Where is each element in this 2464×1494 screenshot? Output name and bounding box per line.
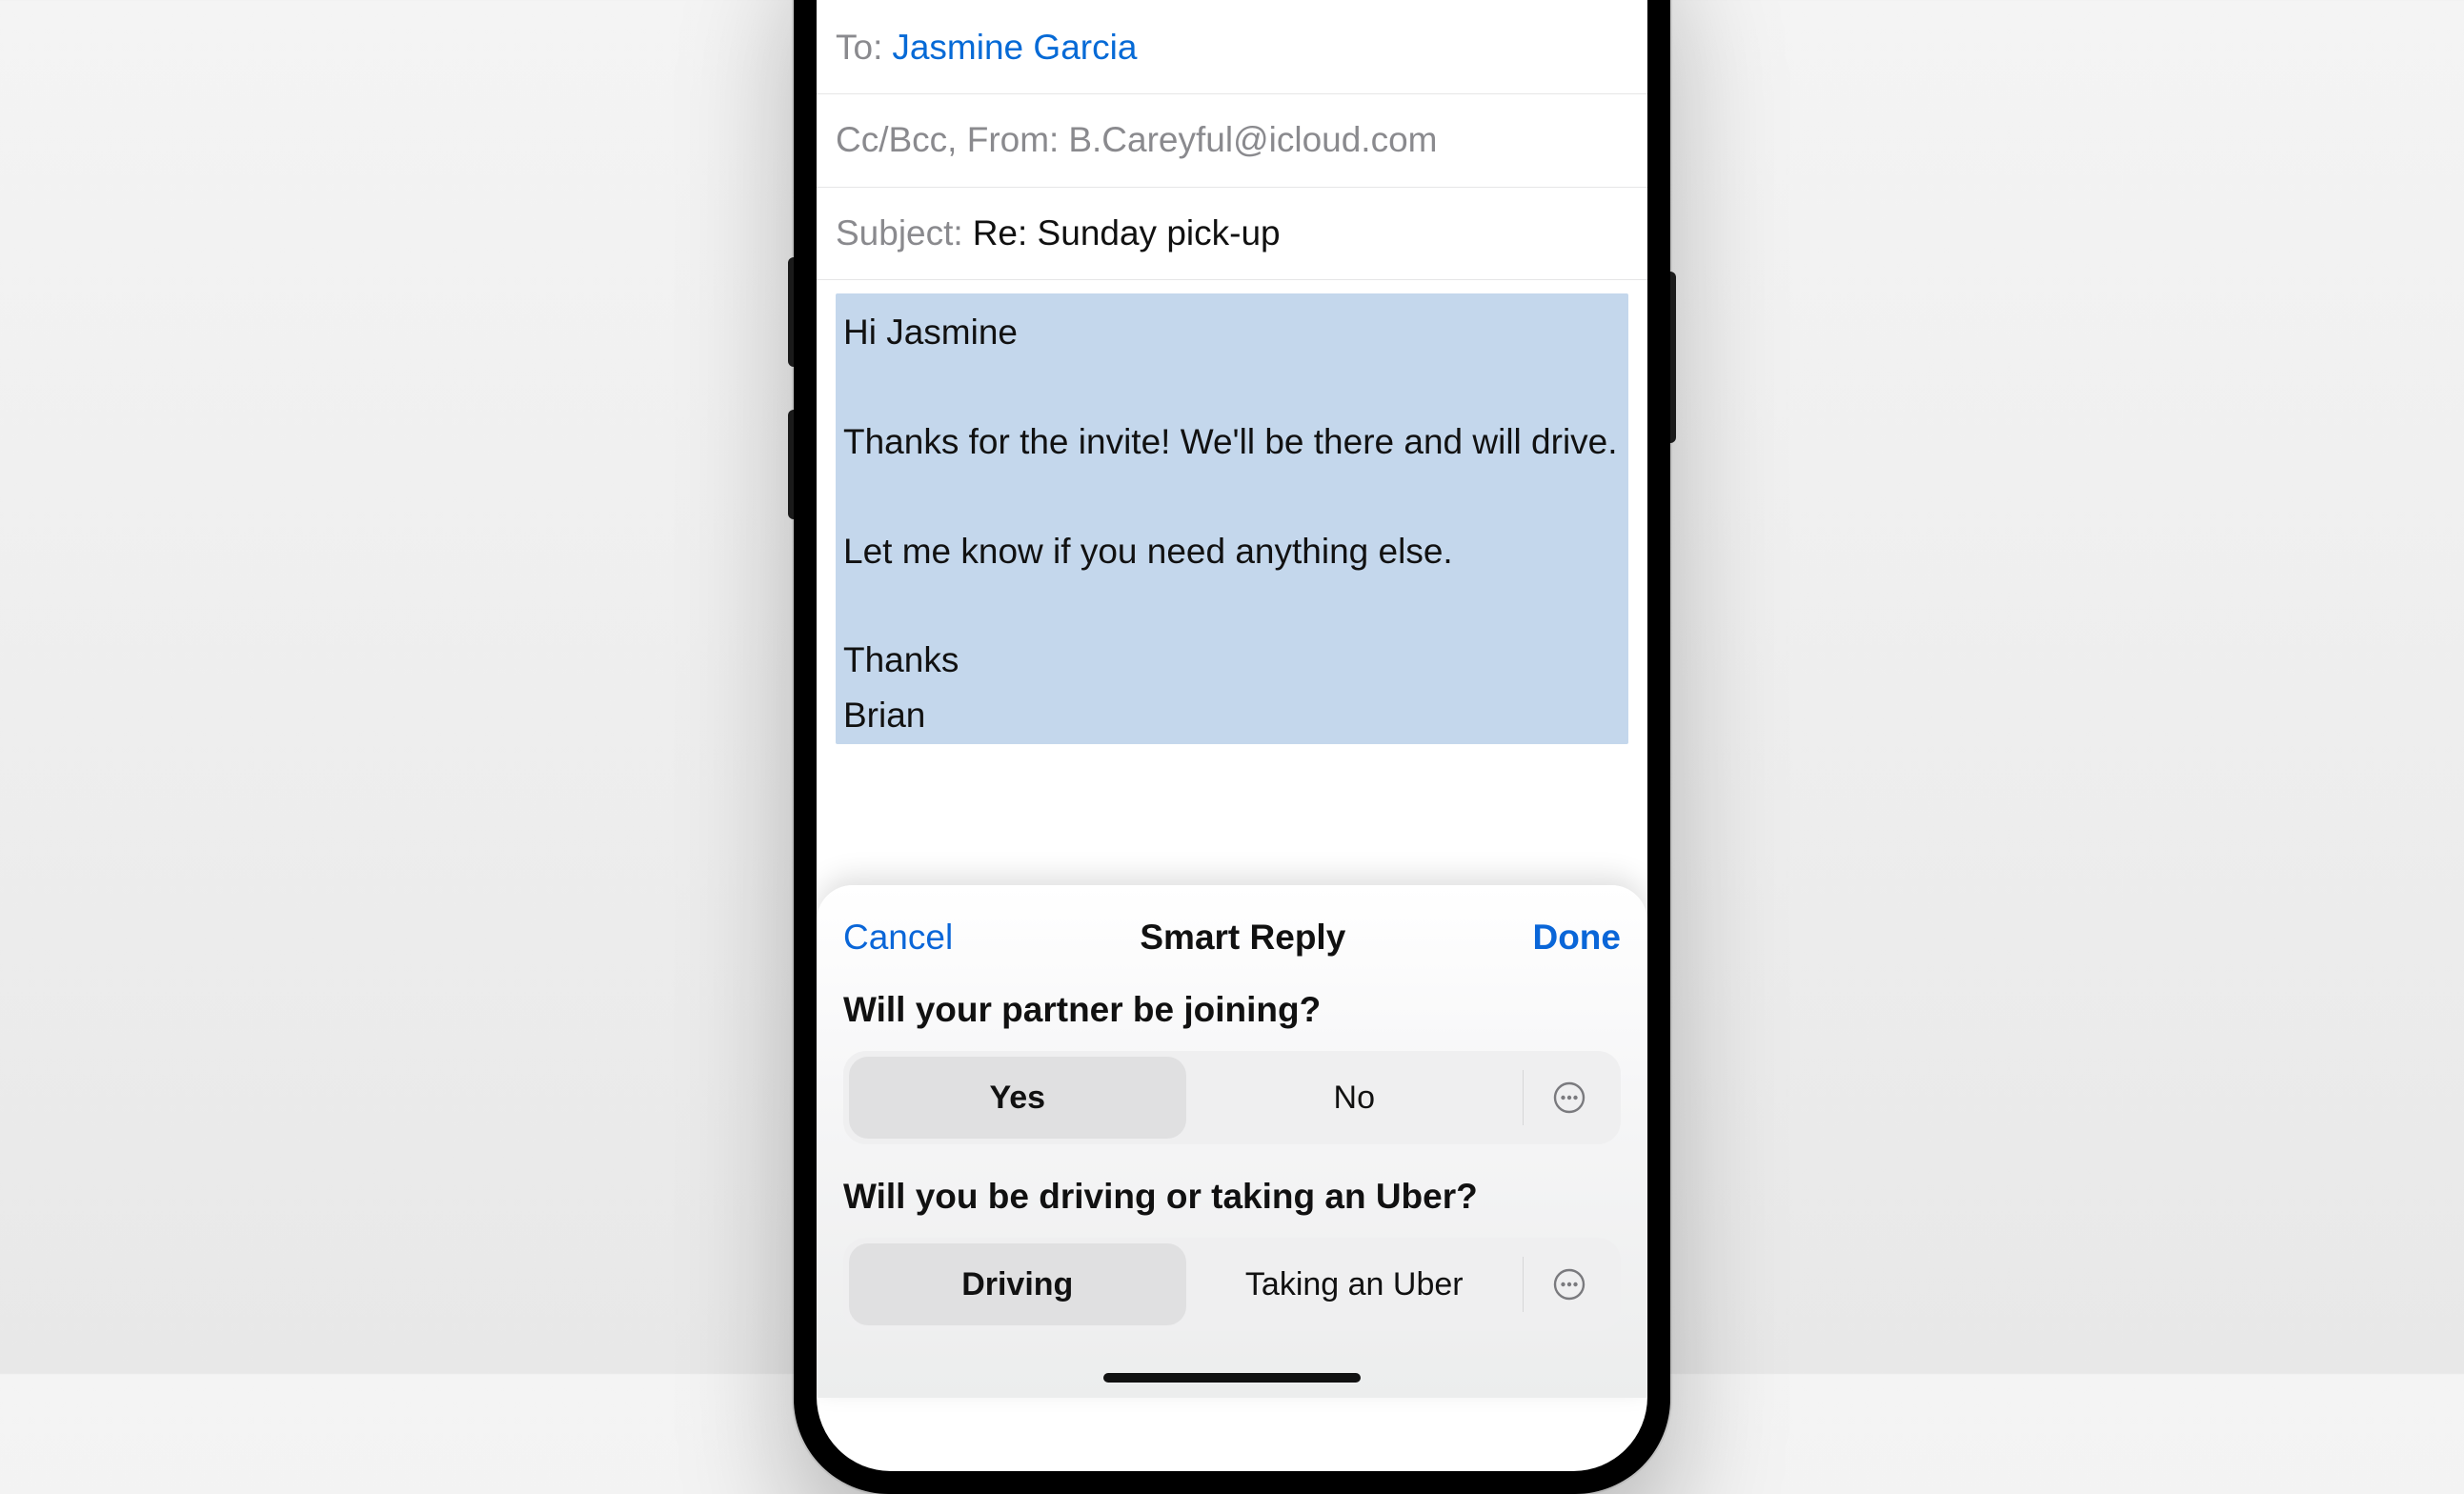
- sheet-header: Cancel Smart Reply Done: [836, 918, 1628, 958]
- segmented-control-transport: Driving Taking an Uber: [843, 1238, 1621, 1331]
- phone-frame: To: Jasmine Garcia Cc/Bcc, From: B.Carey…: [794, 0, 1670, 1494]
- question-block-transport: Will you be driving or taking an Uber? D…: [836, 1177, 1628, 1331]
- cancel-button[interactable]: Cancel: [843, 918, 953, 958]
- compose-body[interactable]: Hi Jasmine Thanks for the invite! We'll …: [817, 280, 1647, 767]
- home-indicator[interactable]: [1103, 1373, 1361, 1383]
- ccbcc-from-field-row[interactable]: Cc/Bcc, From: B.Careyful@icloud.com: [817, 94, 1647, 187]
- ellipsis-circle-icon: [1553, 1268, 1585, 1301]
- side-button-volume-up: [788, 257, 794, 367]
- subject-label: Subject:: [836, 212, 963, 254]
- option-taking-uber[interactable]: Taking an Uber: [1186, 1243, 1524, 1325]
- option-driving[interactable]: Driving: [849, 1243, 1186, 1325]
- to-label: To:: [836, 27, 882, 69]
- question-prompt: Will you be driving or taking an Uber?: [843, 1177, 1621, 1217]
- to-field-row[interactable]: To: Jasmine Garcia: [817, 0, 1647, 94]
- option-yes[interactable]: Yes: [849, 1057, 1186, 1139]
- subject-field-row[interactable]: Subject: Re: Sunday pick-up: [817, 188, 1647, 280]
- side-button-volume-down: [788, 410, 794, 519]
- question-prompt: Will your partner be joining?: [843, 990, 1621, 1030]
- from-address[interactable]: B.Careyful@icloud.com: [1068, 119, 1437, 161]
- more-options-button[interactable]: [1524, 1057, 1615, 1139]
- screen: To: Jasmine Garcia Cc/Bcc, From: B.Carey…: [817, 0, 1647, 1471]
- ellipsis-circle-icon: [1553, 1081, 1585, 1114]
- to-recipient-chip[interactable]: Jasmine Garcia: [892, 27, 1137, 69]
- smart-reply-sheet: Cancel Smart Reply Done Will your partne…: [817, 885, 1647, 1398]
- option-no[interactable]: No: [1186, 1057, 1524, 1139]
- side-button-power: [1670, 272, 1676, 443]
- more-options-button[interactable]: [1524, 1243, 1615, 1325]
- compose-body-text[interactable]: Hi Jasmine Thanks for the invite! We'll …: [843, 305, 1621, 742]
- question-block-partner: Will your partner be joining? Yes No: [836, 990, 1628, 1144]
- subject-value[interactable]: Re: Sunday pick-up: [973, 212, 1281, 254]
- text-selection[interactable]: Hi Jasmine Thanks for the invite! We'll …: [836, 293, 1628, 744]
- segmented-control-partner: Yes No: [843, 1051, 1621, 1144]
- sheet-title: Smart Reply: [1140, 918, 1345, 958]
- ccbcc-from-label: Cc/Bcc, From:: [836, 119, 1059, 161]
- done-button[interactable]: Done: [1532, 918, 1621, 958]
